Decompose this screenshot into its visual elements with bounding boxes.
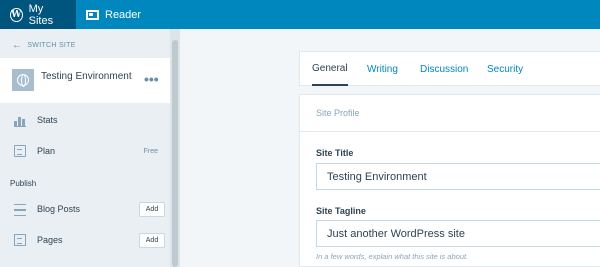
site-title-input[interactable] bbox=[316, 163, 600, 190]
switch-site-link[interactable]: ← SWITCH SITE bbox=[12, 40, 76, 51]
clipboard-icon bbox=[14, 145, 26, 157]
sidebar-item-stats[interactable]: Stats bbox=[0, 106, 170, 134]
sidebar-item-label: Stats bbox=[37, 115, 58, 125]
site-title-label: Site Title bbox=[316, 148, 354, 158]
site-tagline-input[interactable] bbox=[316, 220, 600, 247]
arrow-left-icon: ← bbox=[12, 40, 23, 51]
globe-icon bbox=[17, 74, 29, 87]
add-page-button[interactable]: Add bbox=[139, 233, 165, 248]
reader-icon bbox=[86, 9, 99, 20]
tab-security[interactable]: Security bbox=[487, 52, 523, 86]
my-sites-label: My Sites bbox=[28, 2, 54, 27]
current-site-card[interactable]: Testing Environment ••• bbox=[0, 58, 170, 103]
site-name: Testing Environment bbox=[41, 71, 132, 82]
tab-writing[interactable]: Writing bbox=[367, 52, 398, 86]
tab-discussion[interactable]: Discussion bbox=[420, 52, 468, 86]
my-sites-button[interactable]: W My Sites bbox=[0, 0, 76, 29]
sidebar-item-label: Plan bbox=[37, 146, 56, 156]
plan-badge: Free bbox=[143, 147, 158, 155]
pages-icon bbox=[14, 234, 26, 246]
site-profile-heading: Site Profile bbox=[316, 108, 360, 118]
sidebar-item-plan[interactable]: Plan Free bbox=[0, 137, 170, 165]
reader-label: Reader bbox=[105, 8, 142, 21]
settings-tabs: General Writing Discussion Security bbox=[299, 51, 600, 86]
add-blog-post-button[interactable]: Add bbox=[139, 202, 165, 217]
sidebar-item-label: Blog Posts bbox=[37, 204, 81, 214]
site-icon bbox=[12, 69, 34, 91]
masterbar: W My Sites Reader bbox=[0, 0, 600, 29]
sidebar-item-label: Pages bbox=[37, 235, 63, 245]
publish-heading: Publish bbox=[10, 179, 37, 188]
sidebar-scroll-thumb[interactable] bbox=[172, 40, 178, 267]
posts-icon bbox=[14, 204, 26, 216]
card-header: Site Profile bbox=[300, 95, 600, 132]
reader-button[interactable]: Reader bbox=[76, 0, 151, 29]
switch-site-label: SWITCH SITE bbox=[27, 42, 76, 49]
stats-icon bbox=[14, 115, 26, 127]
more-options-icon[interactable]: ••• bbox=[144, 71, 159, 87]
wordpress-logo-icon: W bbox=[10, 7, 23, 22]
tab-general[interactable]: General bbox=[312, 52, 348, 86]
site-tagline-label: Site Tagline bbox=[316, 206, 366, 216]
tagline-hint: In a few words, explain what this site i… bbox=[316, 252, 469, 261]
